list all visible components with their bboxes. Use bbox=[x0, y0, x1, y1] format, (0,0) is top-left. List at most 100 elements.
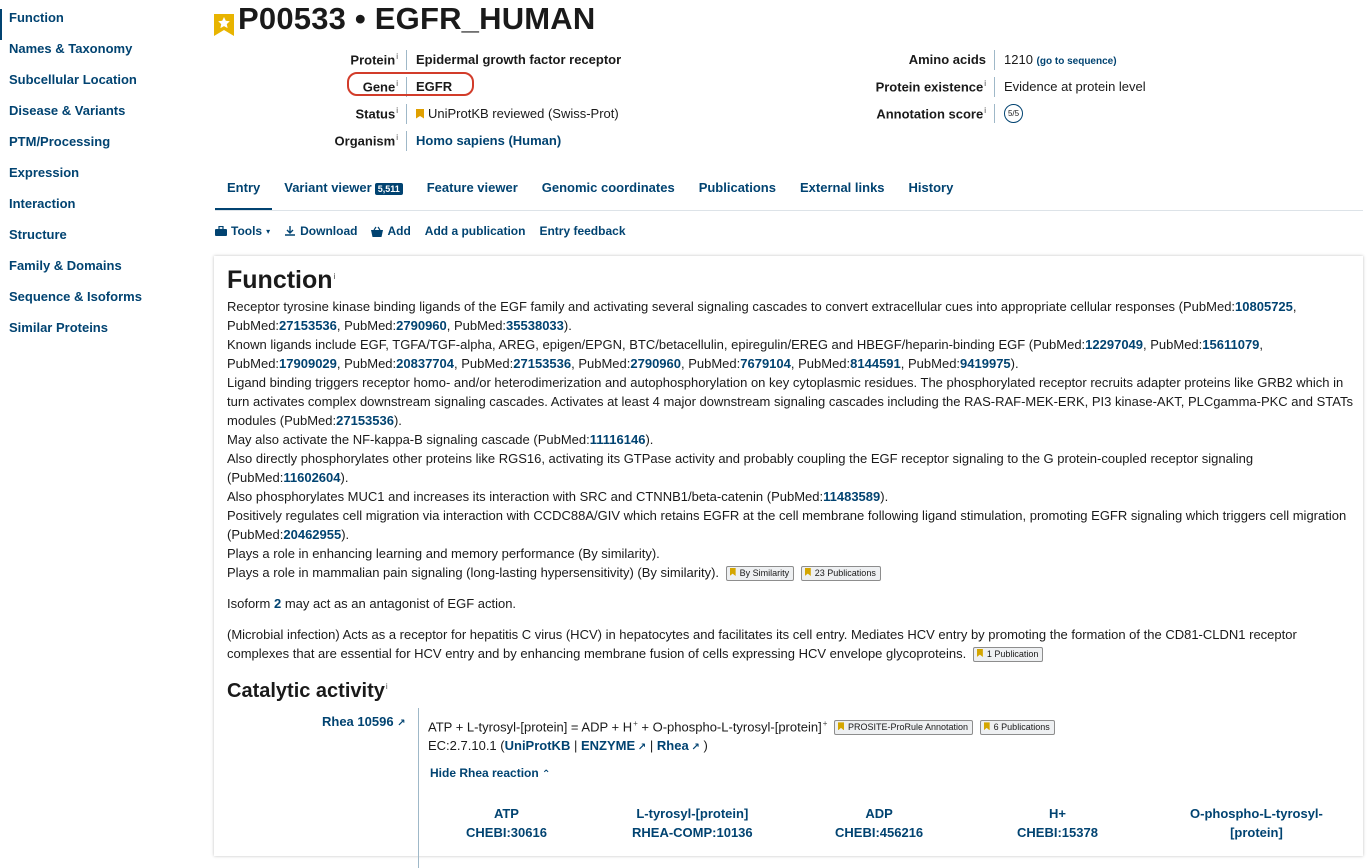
sidebar-item-structure[interactable]: Structure bbox=[0, 226, 142, 257]
chem-name: [protein] bbox=[1230, 825, 1283, 840]
chem-atp[interactable]: ATP CHEBI:30616 bbox=[466, 804, 547, 842]
entry-info-left: Proteini Epidermal growth factor recepto… bbox=[330, 46, 621, 154]
catalytic-heading-text: Catalytic activity bbox=[227, 680, 385, 702]
existence-row: Protein existencei Evidence at protein l… bbox=[860, 73, 1146, 100]
pubmed-link[interactable]: 17909029 bbox=[279, 356, 337, 371]
pubmed-link[interactable]: 27153536 bbox=[336, 413, 394, 428]
entry-toolbar: Tools ▾ Download Add Add a publication E… bbox=[215, 224, 626, 238]
pubmed-link[interactable]: 20837704 bbox=[396, 356, 454, 371]
text: May also activate the NF-kappa-B signali… bbox=[227, 432, 590, 447]
pubmed-link[interactable]: 8144591 bbox=[850, 356, 901, 371]
tab-entry[interactable]: Entry bbox=[215, 170, 273, 210]
tab-history[interactable]: History bbox=[897, 170, 966, 208]
info-icon[interactable]: i bbox=[334, 272, 336, 281]
pubmed-link[interactable]: 2790960 bbox=[396, 318, 447, 333]
pubmed-link[interactable]: 7679104 bbox=[740, 356, 791, 371]
download-button[interactable]: Download bbox=[284, 224, 357, 238]
text: , PubMed: bbox=[681, 356, 741, 371]
evidence-tag[interactable]: 1 Publication bbox=[972, 647, 1044, 662]
info-icon[interactable]: i bbox=[396, 133, 398, 142]
hide-rhea-toggle[interactable]: Hide Rhea reaction ⌃ bbox=[430, 766, 550, 780]
sidebar-item-family-domains[interactable]: Family & Domains bbox=[0, 257, 142, 288]
text: may act as an antagonist of EGF action. bbox=[281, 596, 517, 611]
info-icon[interactable]: i bbox=[984, 79, 986, 88]
sidebar-item-similar-proteins[interactable]: Similar Proteins bbox=[0, 319, 142, 350]
chem-id: CHEBI:15378 bbox=[1017, 825, 1098, 840]
status-label-text: Status bbox=[355, 106, 396, 122]
chem-tyrosyl[interactable]: L-tyrosyl-[protein] RHEA-COMP:10136 bbox=[632, 804, 753, 842]
pubmed-link[interactable]: 27153536 bbox=[513, 356, 571, 371]
chem-adp[interactable]: ADP CHEBI:456216 bbox=[835, 804, 923, 842]
amino-value-text: 1210 bbox=[1004, 51, 1033, 67]
sidebar-item-disease-variants[interactable]: Disease & Variants bbox=[0, 102, 142, 133]
function-paragraph: Isoform 2 may act as an antagonist of EG… bbox=[227, 594, 1355, 613]
evidence-tag[interactable]: By Similarity bbox=[725, 566, 795, 581]
catalytic-heading: Catalytic activityi bbox=[227, 680, 388, 703]
uniprotkb-link[interactable]: UniProtKB bbox=[505, 738, 571, 753]
basket-icon bbox=[371, 226, 384, 237]
tab-variant-viewer[interactable]: Variant viewer 5,511 bbox=[272, 170, 414, 208]
chem-h[interactable]: H+ CHEBI:15378 bbox=[1017, 804, 1098, 842]
text: Plays a role in mammalian pain signaling… bbox=[227, 565, 720, 580]
entry-feedback-button[interactable]: Entry feedback bbox=[539, 224, 625, 238]
ec-text: EC:2.7.10.1 ( bbox=[428, 738, 505, 754]
info-icon: + bbox=[822, 719, 828, 728]
evidence-flag-icon bbox=[976, 649, 983, 657]
pubmed-link[interactable]: 10805725 bbox=[1235, 299, 1293, 314]
sidebar-item-function[interactable]: Function bbox=[0, 9, 142, 40]
annotation-score-badge[interactable]: 5/5 bbox=[1004, 104, 1023, 123]
external-link-icon: ↗ bbox=[635, 742, 647, 754]
tab-external-links[interactable]: External links bbox=[788, 170, 897, 208]
evidence-tag-label: 1 Publication bbox=[986, 649, 1039, 659]
text: ). bbox=[393, 413, 402, 428]
evidence-tag[interactable]: PROSITE-ProRule Annotation bbox=[833, 720, 974, 736]
tools-button[interactable]: Tools ▾ bbox=[215, 224, 270, 238]
sidebar-item-interaction[interactable]: Interaction bbox=[0, 195, 142, 226]
enzyme-link[interactable]: ENZYME bbox=[581, 738, 635, 753]
existence-value: Evidence at protein level bbox=[994, 76, 1146, 97]
rhea-ec-link[interactable]: Rhea bbox=[657, 738, 689, 753]
download-icon bbox=[285, 226, 296, 236]
sidebar-item-names-taxonomy[interactable]: Names & Taxonomy bbox=[0, 40, 142, 71]
info-icon[interactable]: i bbox=[396, 52, 398, 61]
pubmed-link[interactable]: 11602604 bbox=[283, 470, 340, 485]
pubmed-link[interactable]: 27153536 bbox=[279, 318, 337, 333]
info-icon[interactable]: i bbox=[984, 106, 986, 115]
hide-rhea-label: Hide Rhea reaction bbox=[430, 766, 539, 780]
sidebar-item-subcellular-location[interactable]: Subcellular Location bbox=[0, 71, 142, 102]
pubmed-link[interactable]: 11483589 bbox=[823, 489, 880, 504]
pubmed-link[interactable]: 12297049 bbox=[1085, 337, 1143, 352]
pubmed-link[interactable]: 15611079 bbox=[1202, 337, 1259, 352]
add-publication-button[interactable]: Add a publication bbox=[425, 224, 526, 238]
ec-text: ) bbox=[699, 738, 708, 754]
sidebar-item-sequence-isoforms[interactable]: Sequence & Isoforms bbox=[0, 288, 142, 319]
tab-publications[interactable]: Publications bbox=[687, 170, 788, 208]
info-icon[interactable]: i bbox=[396, 106, 398, 115]
pubmed-link[interactable]: 35538033 bbox=[506, 318, 564, 333]
pubmed-link[interactable]: 9419975 bbox=[960, 356, 1011, 371]
go-to-sequence-link[interactable]: (go to sequence) bbox=[1037, 56, 1117, 67]
pubmed-link[interactable]: 2790960 bbox=[630, 356, 681, 371]
text: , PubMed: bbox=[790, 356, 851, 371]
function-paragraph: Known ligands include EGF, TGFA/TGF-alph… bbox=[227, 335, 1355, 373]
status-value-text: UniProtKB reviewed (Swiss-Prot) bbox=[428, 105, 619, 121]
rhea-link[interactable]: Rhea 10596 ↗ bbox=[322, 714, 406, 729]
add-button[interactable]: Add bbox=[371, 224, 411, 238]
pubmed-link[interactable]: 11116146 bbox=[590, 432, 646, 447]
sidebar-item-expression[interactable]: Expression bbox=[0, 164, 142, 195]
reaction-text: + O-phospho-L-tyrosyl-[protein] bbox=[637, 719, 822, 735]
tab-feature-viewer[interactable]: Feature viewer bbox=[415, 170, 530, 208]
evidence-tag[interactable]: 6 Publications bbox=[979, 720, 1055, 736]
tab-genomic-coordinates[interactable]: Genomic coordinates bbox=[530, 170, 687, 208]
organism-link[interactable]: Homo sapiens (Human) bbox=[406, 130, 561, 151]
divider bbox=[418, 708, 419, 868]
sidebar-item-ptm-processing[interactable]: PTM/Processing bbox=[0, 133, 142, 164]
external-link-icon: ↗ bbox=[688, 742, 700, 754]
evidence-tag[interactable]: 23 Publications bbox=[800, 566, 881, 581]
chem-phospho-tyrosyl[interactable]: O-phospho-L-tyrosyl- [protein] bbox=[1190, 804, 1323, 842]
info-icon[interactable]: i bbox=[386, 682, 388, 691]
function-paragraph: Positively regulates cell migration via … bbox=[227, 506, 1355, 544]
pubmed-link[interactable]: 20462955 bbox=[283, 527, 341, 542]
